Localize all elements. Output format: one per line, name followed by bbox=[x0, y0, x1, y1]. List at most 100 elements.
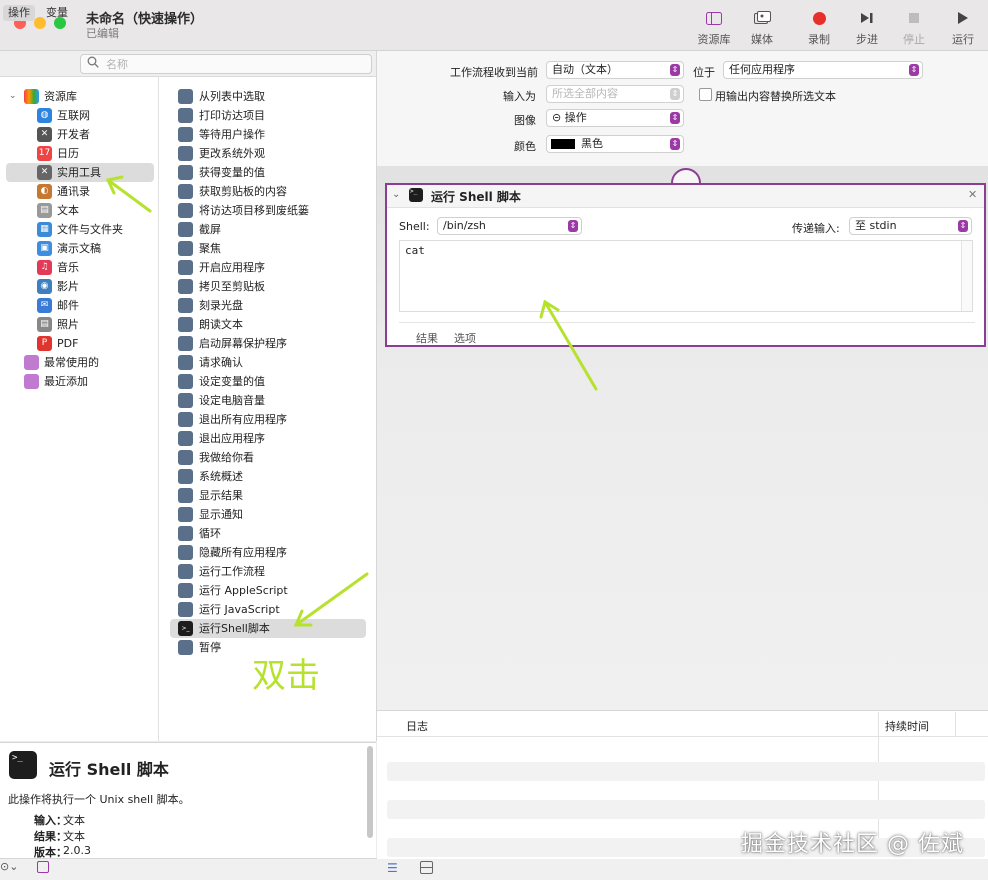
record-label: 录制 bbox=[808, 33, 830, 46]
action-item[interactable]: 获取剪贴板的内容 bbox=[170, 182, 366, 201]
sidebar-item-9[interactable]: ◉ 影片 bbox=[6, 277, 154, 296]
receives-popup[interactable]: 自动（文本） ⇕ bbox=[546, 61, 684, 79]
log-column-header[interactable]: 日志 bbox=[406, 718, 428, 734]
log-header-border bbox=[377, 736, 988, 737]
media-toolbar-button[interactable]: 媒体 bbox=[737, 8, 787, 47]
action-item[interactable]: 开启应用程序 bbox=[170, 258, 366, 277]
inbox-icon[interactable] bbox=[37, 861, 49, 873]
sidebar-item-3[interactable]: ✕ 实用工具 bbox=[6, 163, 154, 182]
library-toolbar-button[interactable]: 资源库 bbox=[689, 8, 739, 47]
action-item-label: 显示结果 bbox=[199, 489, 243, 502]
action-item[interactable]: 朗读文本 bbox=[170, 315, 366, 334]
step-icon bbox=[842, 8, 892, 28]
input-is-popup[interactable]: 所选全部内容 ⇕ bbox=[546, 85, 684, 103]
tab-variables[interactable]: 变量 bbox=[41, 5, 73, 21]
action-item[interactable]: >_ 运行Shell脚本 bbox=[170, 619, 366, 638]
color-popup[interactable]: 黑色 ⇕ bbox=[546, 135, 684, 153]
tab-actions[interactable]: 操作 bbox=[3, 5, 35, 21]
sidebar-item-0[interactable]: ◍ 互联网 bbox=[6, 106, 154, 125]
version-value: 2.0.3 bbox=[63, 844, 91, 857]
script-editor[interactable]: cat bbox=[399, 240, 973, 312]
duration-column-header[interactable]: 持续时间 bbox=[885, 718, 929, 734]
disclosure-chevron-icon[interactable]: ⌄ bbox=[392, 189, 400, 200]
description-title: 运行 Shell 脚本 bbox=[49, 760, 169, 779]
description-scrollbar[interactable] bbox=[367, 746, 373, 838]
action-item[interactable]: 系统概述 bbox=[170, 467, 366, 486]
action-item[interactable]: 从列表中选取 bbox=[170, 87, 366, 106]
action-item-label: 将访达项目移到废纸篓 bbox=[199, 204, 309, 217]
action-item[interactable]: 获得变量的值 bbox=[170, 163, 366, 182]
bottom-bar bbox=[0, 858, 988, 880]
chevron-updown-icon: ⇕ bbox=[958, 220, 968, 232]
action-item[interactable]: 运行工作流程 bbox=[170, 562, 366, 581]
action-item[interactable]: 将访达项目移到废纸篓 bbox=[170, 201, 366, 220]
annotation-text: 双击 bbox=[252, 656, 320, 696]
stop-toolbar-button[interactable]: 停止 bbox=[889, 8, 939, 47]
category-icon: ▤ bbox=[37, 203, 52, 218]
action-item[interactable]: 截屏 bbox=[170, 220, 366, 239]
action-icon bbox=[178, 184, 193, 199]
action-item[interactable]: 拷贝至剪贴板 bbox=[170, 277, 366, 296]
sidebar-item-6[interactable]: ▦ 文件与文件夹 bbox=[6, 220, 154, 239]
input-type-value: 文本 bbox=[63, 814, 85, 827]
in-app-popup[interactable]: 任何应用程序 ⇕ bbox=[723, 61, 923, 79]
action-item-label: 拷贝至剪贴板 bbox=[199, 280, 265, 293]
action-item[interactable]: 运行 AppleScript bbox=[170, 581, 366, 600]
sidebar-item-11[interactable]: ▤ 照片 bbox=[6, 315, 154, 334]
more-options-icon[interactable]: ⊙⌄ bbox=[0, 860, 18, 873]
close-icon[interactable]: ✕ bbox=[968, 188, 977, 201]
library-root-item[interactable]: ⌄ 资源库 bbox=[0, 87, 158, 106]
action-item[interactable]: 启动屏幕保护程序 bbox=[170, 334, 366, 353]
sidebar-item-7[interactable]: ▣ 演示文稿 bbox=[6, 239, 154, 258]
action-item-label: 开启应用程序 bbox=[199, 261, 265, 274]
action-item[interactable]: 显示通知 bbox=[170, 505, 366, 524]
replace-selected-checkbox[interactable] bbox=[699, 88, 712, 101]
sidebar-item-12[interactable]: P PDF bbox=[6, 334, 154, 353]
run-toolbar-button[interactable]: 运行 bbox=[938, 8, 988, 47]
shell-popup[interactable]: /bin/zsh ⇕ bbox=[437, 217, 582, 235]
sidebar-item-5[interactable]: ▤ 文本 bbox=[6, 201, 154, 220]
sidebar-item-2[interactable]: 17 日历 bbox=[6, 144, 154, 163]
action-icon bbox=[178, 412, 193, 427]
image-popup[interactable]: ⊝ 操作 ⇕ bbox=[546, 109, 684, 127]
smart-group-item[interactable]: 最近添加 bbox=[0, 372, 158, 391]
sidebar-item-8[interactable]: ♫ 音乐 bbox=[6, 258, 154, 277]
action-item-label: 等待用户操作 bbox=[199, 128, 265, 141]
smart-group-item[interactable]: 最常使用的 bbox=[0, 353, 158, 372]
sidebar-item-1[interactable]: ✕ 开发者 bbox=[6, 125, 154, 144]
action-item[interactable]: 隐藏所有应用程序 bbox=[170, 543, 366, 562]
action-item[interactable]: 聚焦 bbox=[170, 239, 366, 258]
action-item[interactable]: 刻录光盘 bbox=[170, 296, 366, 315]
script-scrollbar[interactable] bbox=[961, 241, 972, 311]
sidebar-item-10[interactable]: ✉ 邮件 bbox=[6, 296, 154, 315]
sidebar-icon bbox=[689, 8, 739, 28]
action-item[interactable]: 更改系统外观 bbox=[170, 144, 366, 163]
sidebar-item-label: 邮件 bbox=[57, 299, 79, 312]
action-icon bbox=[178, 127, 193, 142]
tab-results[interactable]: 结果 bbox=[416, 330, 438, 346]
list-view-icon[interactable]: ☰ bbox=[387, 861, 398, 875]
disclosure-chevron-icon[interactable]: ⌄ bbox=[9, 87, 17, 106]
pass-input-popup[interactable]: 至 stdin ⇕ bbox=[849, 217, 972, 235]
tab-options[interactable]: 选项 bbox=[454, 330, 476, 346]
action-item[interactable]: 设定变量的值 bbox=[170, 372, 366, 391]
record-toolbar-button[interactable]: 录制 bbox=[794, 8, 844, 47]
action-item[interactable]: 运行 JavaScript bbox=[170, 600, 366, 619]
chevron-updown-icon: ⇕ bbox=[568, 220, 578, 232]
pass-input-label: 传递输入: bbox=[792, 222, 840, 235]
action-item[interactable]: 打印访达项目 bbox=[170, 106, 366, 125]
action-item[interactable]: 循环 bbox=[170, 524, 366, 543]
action-item[interactable]: 等待用户操作 bbox=[170, 125, 366, 144]
action-item[interactable]: 设定电脑音量 bbox=[170, 391, 366, 410]
action-item[interactable]: 我做给你看 bbox=[170, 448, 366, 467]
action-item[interactable]: 退出应用程序 bbox=[170, 429, 366, 448]
action-item[interactable]: 请求确认 bbox=[170, 353, 366, 372]
action-item[interactable]: 显示结果 bbox=[170, 486, 366, 505]
action-item[interactable]: 退出所有应用程序 bbox=[170, 410, 366, 429]
action-icon bbox=[178, 279, 193, 294]
step-toolbar-button[interactable]: 步进 bbox=[842, 8, 892, 47]
sidebar-item-label: 影片 bbox=[57, 280, 79, 293]
sidebar-item-4[interactable]: ◐ 通讯录 bbox=[6, 182, 154, 201]
column-view-icon[interactable] bbox=[420, 861, 433, 874]
action-icon bbox=[178, 89, 193, 104]
